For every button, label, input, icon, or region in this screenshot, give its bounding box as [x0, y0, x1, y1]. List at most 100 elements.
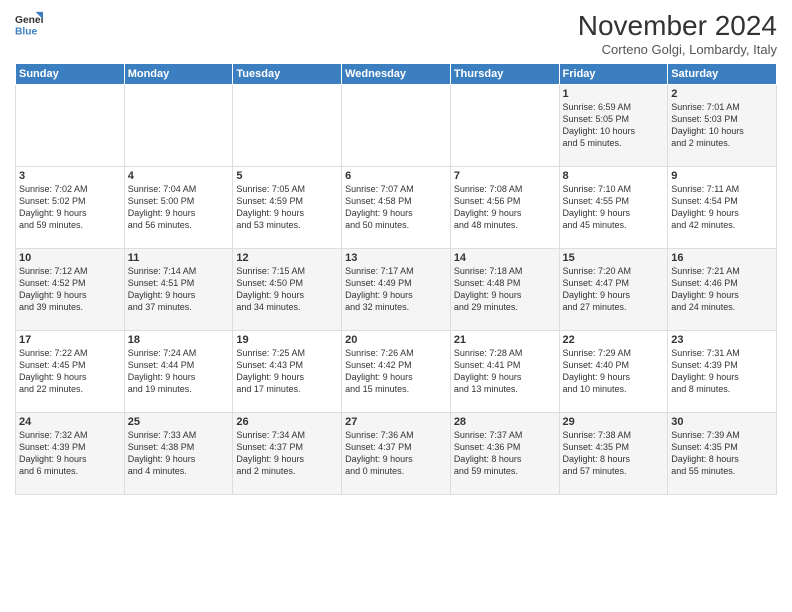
header: General Blue November 2024 Corteno Golgi…	[15, 10, 777, 57]
day-number: 4	[128, 170, 230, 182]
day-info: Sunrise: 7:28 AM Sunset: 4:41 PM Dayligh…	[454, 347, 556, 396]
svg-text:Blue: Blue	[15, 26, 38, 37]
cell-3-5: 22Sunrise: 7:29 AM Sunset: 4:40 PM Dayli…	[559, 331, 668, 413]
cell-1-0: 3Sunrise: 7:02 AM Sunset: 5:02 PM Daylig…	[16, 167, 125, 249]
day-number: 5	[236, 170, 338, 182]
day-number: 15	[563, 252, 665, 264]
cell-4-3: 27Sunrise: 7:36 AM Sunset: 4:37 PM Dayli…	[342, 413, 451, 495]
cell-4-5: 29Sunrise: 7:38 AM Sunset: 4:35 PM Dayli…	[559, 413, 668, 495]
cell-0-2	[233, 85, 342, 167]
cell-4-6: 30Sunrise: 7:39 AM Sunset: 4:35 PM Dayli…	[668, 413, 777, 495]
svg-text:General: General	[15, 15, 43, 26]
cell-1-3: 6Sunrise: 7:07 AM Sunset: 4:58 PM Daylig…	[342, 167, 451, 249]
week-row-3: 17Sunrise: 7:22 AM Sunset: 4:45 PM Dayli…	[16, 331, 777, 413]
cell-2-5: 15Sunrise: 7:20 AM Sunset: 4:47 PM Dayli…	[559, 249, 668, 331]
day-number: 27	[345, 416, 447, 428]
cell-0-4	[450, 85, 559, 167]
day-number: 9	[671, 170, 773, 182]
cell-1-4: 7Sunrise: 7:08 AM Sunset: 4:56 PM Daylig…	[450, 167, 559, 249]
page-container: General Blue November 2024 Corteno Golgi…	[0, 0, 792, 500]
day-info: Sunrise: 7:37 AM Sunset: 4:36 PM Dayligh…	[454, 429, 556, 478]
col-wednesday: Wednesday	[342, 64, 451, 85]
day-number: 17	[19, 334, 121, 346]
day-info: Sunrise: 7:12 AM Sunset: 4:52 PM Dayligh…	[19, 265, 121, 314]
cell-1-5: 8Sunrise: 7:10 AM Sunset: 4:55 PM Daylig…	[559, 167, 668, 249]
day-info: Sunrise: 7:01 AM Sunset: 5:03 PM Dayligh…	[671, 101, 773, 150]
location-subtitle: Corteno Golgi, Lombardy, Italy	[578, 42, 777, 57]
col-friday: Friday	[559, 64, 668, 85]
cell-4-4: 28Sunrise: 7:37 AM Sunset: 4:36 PM Dayli…	[450, 413, 559, 495]
cell-2-3: 13Sunrise: 7:17 AM Sunset: 4:49 PM Dayli…	[342, 249, 451, 331]
day-info: Sunrise: 7:29 AM Sunset: 4:40 PM Dayligh…	[563, 347, 665, 396]
day-number: 25	[128, 416, 230, 428]
cell-2-2: 12Sunrise: 7:15 AM Sunset: 4:50 PM Dayli…	[233, 249, 342, 331]
day-number: 2	[671, 88, 773, 100]
day-info: Sunrise: 7:24 AM Sunset: 4:44 PM Dayligh…	[128, 347, 230, 396]
day-info: Sunrise: 7:25 AM Sunset: 4:43 PM Dayligh…	[236, 347, 338, 396]
day-info: Sunrise: 7:05 AM Sunset: 4:59 PM Dayligh…	[236, 183, 338, 232]
day-info: Sunrise: 7:15 AM Sunset: 4:50 PM Dayligh…	[236, 265, 338, 314]
cell-3-2: 19Sunrise: 7:25 AM Sunset: 4:43 PM Dayli…	[233, 331, 342, 413]
day-number: 7	[454, 170, 556, 182]
day-info: Sunrise: 6:59 AM Sunset: 5:05 PM Dayligh…	[563, 101, 665, 150]
day-number: 30	[671, 416, 773, 428]
week-row-1: 3Sunrise: 7:02 AM Sunset: 5:02 PM Daylig…	[16, 167, 777, 249]
cell-4-0: 24Sunrise: 7:32 AM Sunset: 4:39 PM Dayli…	[16, 413, 125, 495]
title-block: November 2024 Corteno Golgi, Lombardy, I…	[578, 10, 777, 57]
day-number: 1	[563, 88, 665, 100]
day-number: 3	[19, 170, 121, 182]
day-info: Sunrise: 7:04 AM Sunset: 5:00 PM Dayligh…	[128, 183, 230, 232]
cell-0-3	[342, 85, 451, 167]
day-info: Sunrise: 7:18 AM Sunset: 4:48 PM Dayligh…	[454, 265, 556, 314]
cell-3-4: 21Sunrise: 7:28 AM Sunset: 4:41 PM Dayli…	[450, 331, 559, 413]
day-info: Sunrise: 7:08 AM Sunset: 4:56 PM Dayligh…	[454, 183, 556, 232]
day-info: Sunrise: 7:11 AM Sunset: 4:54 PM Dayligh…	[671, 183, 773, 232]
cell-3-6: 23Sunrise: 7:31 AM Sunset: 4:39 PM Dayli…	[668, 331, 777, 413]
day-info: Sunrise: 7:07 AM Sunset: 4:58 PM Dayligh…	[345, 183, 447, 232]
cell-4-2: 26Sunrise: 7:34 AM Sunset: 4:37 PM Dayli…	[233, 413, 342, 495]
calendar-body: 1Sunrise: 6:59 AM Sunset: 5:05 PM Daylig…	[16, 85, 777, 495]
day-info: Sunrise: 7:34 AM Sunset: 4:37 PM Dayligh…	[236, 429, 338, 478]
day-number: 22	[563, 334, 665, 346]
day-info: Sunrise: 7:33 AM Sunset: 4:38 PM Dayligh…	[128, 429, 230, 478]
cell-0-6: 2Sunrise: 7:01 AM Sunset: 5:03 PM Daylig…	[668, 85, 777, 167]
day-number: 28	[454, 416, 556, 428]
day-number: 11	[128, 252, 230, 264]
week-row-0: 1Sunrise: 6:59 AM Sunset: 5:05 PM Daylig…	[16, 85, 777, 167]
cell-0-1	[124, 85, 233, 167]
day-info: Sunrise: 7:14 AM Sunset: 4:51 PM Dayligh…	[128, 265, 230, 314]
day-number: 13	[345, 252, 447, 264]
week-row-4: 24Sunrise: 7:32 AM Sunset: 4:39 PM Dayli…	[16, 413, 777, 495]
logo: General Blue	[15, 10, 43, 38]
day-number: 6	[345, 170, 447, 182]
cell-1-6: 9Sunrise: 7:11 AM Sunset: 4:54 PM Daylig…	[668, 167, 777, 249]
cell-2-6: 16Sunrise: 7:21 AM Sunset: 4:46 PM Dayli…	[668, 249, 777, 331]
col-saturday: Saturday	[668, 64, 777, 85]
day-number: 24	[19, 416, 121, 428]
day-info: Sunrise: 7:32 AM Sunset: 4:39 PM Dayligh…	[19, 429, 121, 478]
day-info: Sunrise: 7:20 AM Sunset: 4:47 PM Dayligh…	[563, 265, 665, 314]
col-monday: Monday	[124, 64, 233, 85]
col-tuesday: Tuesday	[233, 64, 342, 85]
day-number: 20	[345, 334, 447, 346]
day-info: Sunrise: 7:17 AM Sunset: 4:49 PM Dayligh…	[345, 265, 447, 314]
logo-icon: General Blue	[15, 10, 43, 38]
day-info: Sunrise: 7:36 AM Sunset: 4:37 PM Dayligh…	[345, 429, 447, 478]
day-number: 16	[671, 252, 773, 264]
cell-3-0: 17Sunrise: 7:22 AM Sunset: 4:45 PM Dayli…	[16, 331, 125, 413]
day-info: Sunrise: 7:39 AM Sunset: 4:35 PM Dayligh…	[671, 429, 773, 478]
day-number: 18	[128, 334, 230, 346]
day-number: 8	[563, 170, 665, 182]
week-row-2: 10Sunrise: 7:12 AM Sunset: 4:52 PM Dayli…	[16, 249, 777, 331]
header-row: Sunday Monday Tuesday Wednesday Thursday…	[16, 64, 777, 85]
day-info: Sunrise: 7:38 AM Sunset: 4:35 PM Dayligh…	[563, 429, 665, 478]
day-info: Sunrise: 7:21 AM Sunset: 4:46 PM Dayligh…	[671, 265, 773, 314]
day-number: 10	[19, 252, 121, 264]
cell-1-2: 5Sunrise: 7:05 AM Sunset: 4:59 PM Daylig…	[233, 167, 342, 249]
cell-3-1: 18Sunrise: 7:24 AM Sunset: 4:44 PM Dayli…	[124, 331, 233, 413]
cell-2-1: 11Sunrise: 7:14 AM Sunset: 4:51 PM Dayli…	[124, 249, 233, 331]
day-info: Sunrise: 7:22 AM Sunset: 4:45 PM Dayligh…	[19, 347, 121, 396]
col-thursday: Thursday	[450, 64, 559, 85]
day-number: 23	[671, 334, 773, 346]
day-info: Sunrise: 7:02 AM Sunset: 5:02 PM Dayligh…	[19, 183, 121, 232]
